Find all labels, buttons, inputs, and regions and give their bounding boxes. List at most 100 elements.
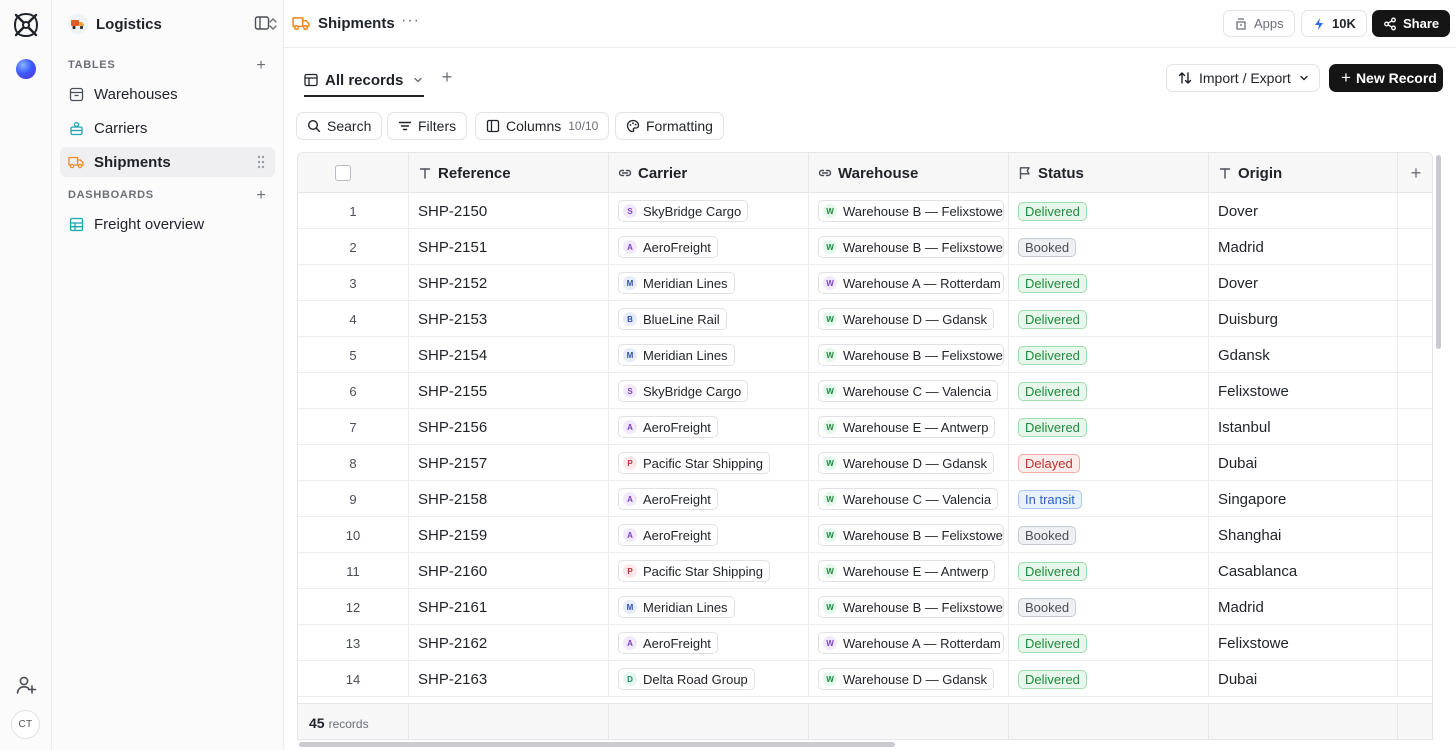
carrier-cell[interactable]: A AeroFreight: [609, 625, 809, 661]
sidebar-item-freight-overview[interactable]: Freight overview: [60, 209, 275, 239]
carrier-cell[interactable]: A AeroFreight: [609, 481, 809, 517]
table-row[interactable]: 13 SHP-2162 A AeroFreight W Warehouse A — Rot…: [298, 625, 1432, 661]
reference-cell[interactable]: SHP-2151: [409, 229, 609, 265]
warehouse-cell[interactable]: W Warehouse D — Gdansk: [809, 661, 1009, 697]
reference-cell[interactable]: SHP-2156: [409, 409, 609, 445]
carrier-chip[interactable]: P Pacific Star Shipping: [618, 560, 770, 582]
carrier-chip[interactable]: S SkyBridge Cargo: [618, 380, 749, 402]
warehouse-chip[interactable]: W Warehouse B — Felixstowe: [818, 596, 1004, 618]
column-header-carrier[interactable]: Carrier: [609, 153, 809, 193]
search-button[interactable]: Search: [296, 112, 383, 140]
warehouse-cell[interactable]: W Warehouse C — Valencia: [809, 373, 1009, 409]
status-cell[interactable]: Delivered: [1009, 337, 1209, 373]
warehouse-chip[interactable]: W Warehouse C — Valencia: [818, 488, 999, 510]
table-row[interactable]: 10 SHP-2159 A AeroFreight W Warehouse B — Fel…: [298, 517, 1432, 553]
apps-button[interactable]: Apps: [1223, 10, 1295, 37]
carrier-chip[interactable]: M Meridian Lines: [618, 596, 735, 618]
carrier-chip[interactable]: P Pacific Star Shipping: [618, 452, 770, 474]
reference-cell[interactable]: SHP-2152: [409, 265, 609, 301]
carrier-chip[interactable]: M Meridian Lines: [618, 344, 735, 366]
carrier-cell[interactable]: P Pacific Star Shipping: [609, 445, 809, 481]
formatting-button[interactable]: Formatting: [615, 112, 724, 140]
origin-cell[interactable]: Madrid: [1209, 229, 1398, 265]
warehouse-cell[interactable]: W Warehouse B — Felixstowe: [809, 337, 1009, 373]
warehouse-cell[interactable]: W Warehouse B — Felixstowe: [809, 229, 1009, 265]
warehouse-cell[interactable]: W Warehouse A — Rotterdam: [809, 625, 1009, 661]
carrier-chip[interactable]: D Delta Road Group: [618, 668, 755, 690]
table-row[interactable]: 7 SHP-2156 A AeroFreight W Warehouse E — Antw…: [298, 409, 1432, 445]
carrier-chip[interactable]: M Meridian Lines: [618, 272, 735, 294]
reference-cell[interactable]: SHP-2162: [409, 625, 609, 661]
drag-handle-icon[interactable]: [257, 155, 265, 169]
credits-button[interactable]: 10K: [1301, 10, 1367, 37]
reference-cell[interactable]: SHP-2159: [409, 517, 609, 553]
carrier-cell[interactable]: B BlueLine Rail: [609, 301, 809, 337]
filters-button[interactable]: Filters: [387, 112, 468, 140]
table-row[interactable]: 1 SHP-2150 S SkyBridge Cargo W Warehouse B — …: [298, 193, 1432, 229]
column-header-origin[interactable]: Origin: [1209, 153, 1398, 193]
status-cell[interactable]: Booked: [1009, 589, 1209, 625]
add-column-button[interactable]: +: [1398, 153, 1432, 193]
horizontal-scrollbar[interactable]: [299, 742, 895, 747]
origin-cell[interactable]: Dover: [1209, 265, 1398, 301]
more-options-icon[interactable]: ···: [401, 12, 420, 30]
origin-cell[interactable]: Singapore: [1209, 481, 1398, 517]
carrier-cell[interactable]: A AeroFreight: [609, 409, 809, 445]
footer-cell[interactable]: [409, 704, 609, 739]
carrier-chip[interactable]: A AeroFreight: [618, 416, 718, 438]
app-logo-icon[interactable]: [12, 11, 40, 39]
select-all-checkbox[interactable]: [335, 165, 351, 181]
add-view-button[interactable]: +: [440, 68, 454, 86]
origin-cell[interactable]: Dover: [1209, 193, 1398, 229]
warehouse-chip[interactable]: W Warehouse A — Rotterdam: [818, 632, 1004, 654]
origin-cell[interactable]: Felixstowe: [1209, 373, 1398, 409]
warehouse-chip[interactable]: W Warehouse D — Gdansk: [818, 308, 995, 330]
reference-cell[interactable]: SHP-2158: [409, 481, 609, 517]
warehouse-chip[interactable]: W Warehouse D — Gdansk: [818, 452, 995, 474]
chevron-down-icon[interactable]: [413, 75, 423, 85]
reference-cell[interactable]: SHP-2153: [409, 301, 609, 337]
new-record-button[interactable]: + New Record: [1329, 64, 1443, 92]
column-header-status[interactable]: Status: [1009, 153, 1209, 193]
warehouse-chip[interactable]: W Warehouse B — Felixstowe: [818, 236, 1004, 258]
origin-cell[interactable]: Dubai: [1209, 661, 1398, 697]
sidebar-item-warehouses[interactable]: Warehouses: [60, 79, 275, 109]
origin-cell[interactable]: Gdansk: [1209, 337, 1398, 373]
origin-cell[interactable]: Duisburg: [1209, 301, 1398, 337]
add-table-button[interactable]: +: [254, 58, 268, 74]
add-user-icon[interactable]: [15, 674, 37, 696]
table-row[interactable]: 6 SHP-2155 S SkyBridge Cargo W Warehouse C — …: [298, 373, 1432, 409]
status-cell[interactable]: In transit: [1009, 481, 1209, 517]
carrier-cell[interactable]: M Meridian Lines: [609, 265, 809, 301]
warehouse-chip[interactable]: W Warehouse A — Rotterdam: [818, 272, 1004, 294]
status-cell[interactable]: Delivered: [1009, 553, 1209, 589]
footer-cell[interactable]: [1209, 704, 1398, 739]
warehouse-cell[interactable]: W Warehouse A — Rotterdam: [809, 265, 1009, 301]
sidebar-item-shipments[interactable]: Shipments: [60, 147, 275, 177]
add-dashboard-button[interactable]: +: [254, 188, 268, 204]
workspace-switcher[interactable]: Logistics: [68, 12, 228, 36]
status-cell[interactable]: Delivered: [1009, 625, 1209, 661]
carrier-chip[interactable]: A AeroFreight: [618, 524, 718, 546]
warehouse-chip[interactable]: W Warehouse B — Felixstowe: [818, 200, 1004, 222]
warehouse-chip[interactable]: W Warehouse D — Gdansk: [818, 668, 995, 690]
carrier-cell[interactable]: S SkyBridge Cargo: [609, 373, 809, 409]
status-cell[interactable]: Delayed: [1009, 445, 1209, 481]
warehouse-cell[interactable]: W Warehouse B — Felixstowe: [809, 517, 1009, 553]
warehouse-cell[interactable]: W Warehouse E — Antwerp: [809, 553, 1009, 589]
reference-cell[interactable]: SHP-2154: [409, 337, 609, 373]
column-header-reference[interactable]: Reference: [409, 153, 609, 193]
warehouse-chip[interactable]: W Warehouse B — Felixstowe: [818, 344, 1004, 366]
status-cell[interactable]: Delivered: [1009, 373, 1209, 409]
origin-cell[interactable]: Shanghai: [1209, 517, 1398, 553]
origin-cell[interactable]: Casablanca: [1209, 553, 1398, 589]
reference-cell[interactable]: SHP-2155: [409, 373, 609, 409]
origin-cell[interactable]: Felixstowe: [1209, 625, 1398, 661]
reference-cell[interactable]: SHP-2150: [409, 193, 609, 229]
warehouse-chip[interactable]: W Warehouse B — Felixstowe: [818, 524, 1004, 546]
status-cell[interactable]: Delivered: [1009, 265, 1209, 301]
workspace-orb-icon[interactable]: [16, 59, 36, 79]
warehouse-chip[interactable]: W Warehouse C — Valencia: [818, 380, 999, 402]
reference-cell[interactable]: SHP-2157: [409, 445, 609, 481]
carrier-cell[interactable]: A AeroFreight: [609, 229, 809, 265]
